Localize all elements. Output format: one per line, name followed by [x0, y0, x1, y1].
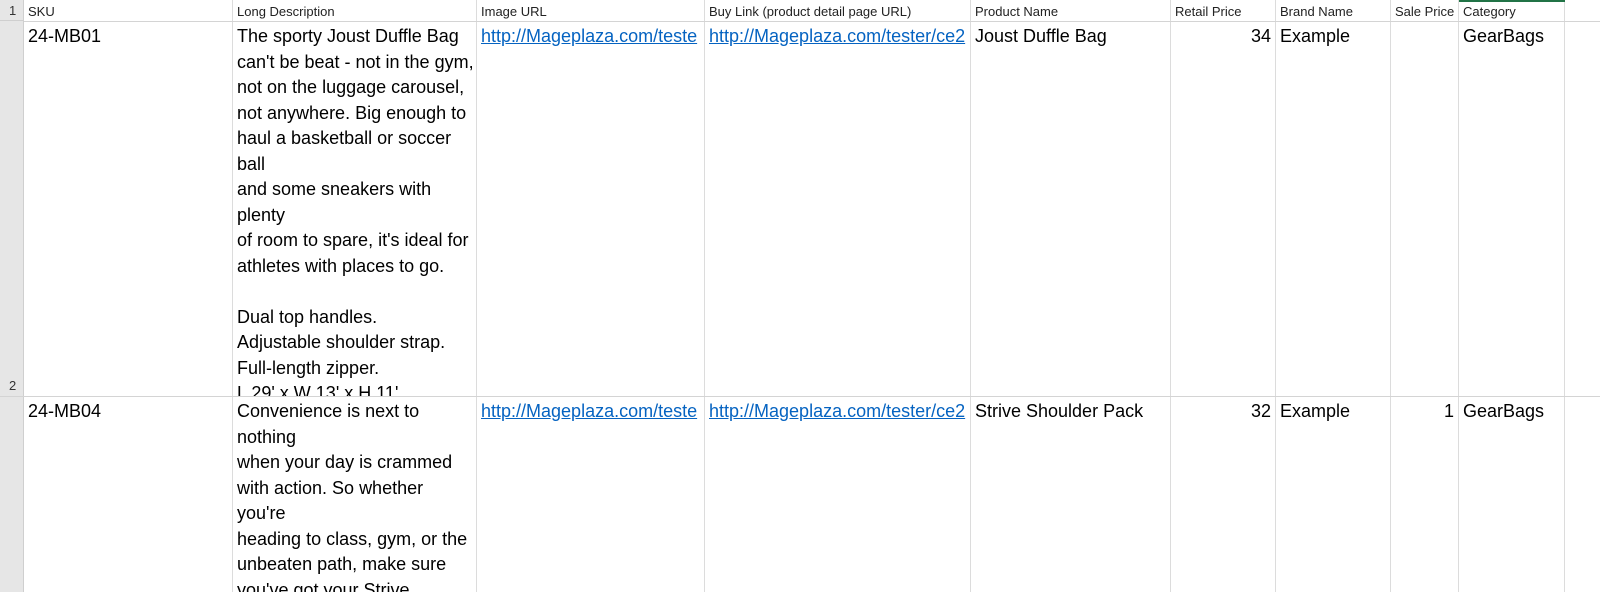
row-number-1[interactable]: 1: [0, 0, 24, 21]
header-row: SKU Long Description Image URL Buy Link …: [24, 0, 1600, 22]
selected-column-indicator: [1459, 0, 1565, 2]
cell-sku[interactable]: 24-MB01: [24, 22, 233, 397]
header-sale-price[interactable]: Sale Price: [1391, 0, 1459, 21]
cell-category[interactable]: GearBags: [1459, 22, 1565, 397]
cell-sale-price[interactable]: 1: [1391, 397, 1459, 592]
header-buy-link[interactable]: Buy Link (product detail page URL): [705, 0, 971, 21]
cell-retail-price[interactable]: 34: [1171, 22, 1276, 397]
cell-image-url-link[interactable]: http://Mageplaza.com/teste: [477, 22, 705, 397]
cell-category[interactable]: GearBags: [1459, 397, 1565, 592]
header-sku[interactable]: SKU: [24, 0, 233, 21]
cell-image-url-link[interactable]: http://Mageplaza.com/teste: [477, 397, 705, 592]
cell-buy-link[interactable]: http://Mageplaza.com/tester/ce2: [705, 22, 971, 397]
cell-brand-name[interactable]: Example: [1276, 22, 1391, 397]
header-product-name[interactable]: Product Name: [971, 0, 1171, 21]
cell-product-name[interactable]: Strive Shoulder Pack: [971, 397, 1171, 592]
cell-long-description[interactable]: Convenience is next to nothing when your…: [233, 397, 477, 592]
cell-brand-name[interactable]: Example: [1276, 397, 1391, 592]
spreadsheet-grid: 1 2 SKU Long Description Image URL Buy L…: [0, 0, 1600, 592]
cell-buy-link[interactable]: http://Mageplaza.com/tester/ce2: [705, 397, 971, 592]
cell-retail-price[interactable]: 32: [1171, 397, 1276, 592]
header-retail-price[interactable]: Retail Price: [1171, 0, 1276, 21]
header-image-url[interactable]: Image URL: [477, 0, 705, 21]
header-long-description[interactable]: Long Description: [233, 0, 477, 21]
row-number-2[interactable]: 2: [0, 21, 24, 397]
header-category[interactable]: Category: [1459, 0, 1565, 21]
header-brand-name[interactable]: Brand Name: [1276, 0, 1391, 21]
cell-sale-price[interactable]: [1391, 22, 1459, 397]
cell-sku[interactable]: 24-MB04: [24, 397, 233, 592]
cell-long-description[interactable]: The sporty Joust Duffle Bag can't be bea…: [233, 22, 477, 397]
cell-product-name[interactable]: Joust Duffle Bag: [971, 22, 1171, 397]
